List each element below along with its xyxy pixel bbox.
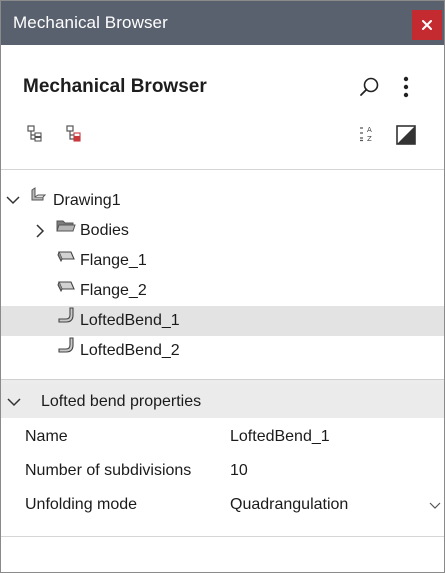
display-mode-button[interactable]	[393, 122, 419, 148]
display-mode-icon	[396, 125, 416, 145]
flange-icon	[57, 251, 75, 263]
lofted-bend-icon	[58, 307, 74, 323]
mechanical-browser-window: Mechanical Browser Mechanical Browser A …	[0, 0, 445, 573]
flange-icon	[57, 281, 75, 293]
expand-tree-icon	[27, 125, 42, 142]
filter-tree-button[interactable]	[61, 122, 85, 146]
folder-icon	[56, 220, 76, 232]
chevron-down-icon[interactable]	[6, 396, 22, 408]
tree-item-loftedbend-1[interactable]: LoftedBend_1	[1, 306, 444, 336]
property-row-unfolding-mode[interactable]: Unfolding mode Quadrangulation	[1, 488, 444, 522]
close-button[interactable]	[412, 10, 442, 40]
sort-az-icon: A Z	[360, 126, 372, 143]
tree-item-label: LoftedBend_2	[80, 342, 180, 359]
browser-tree: Drawing1 Bodies Flange_1 Flange_2 Lofted…	[1, 170, 444, 380]
tree-item-loftedbend-2[interactable]: LoftedBend_2	[1, 336, 444, 366]
svg-text:A: A	[367, 126, 372, 134]
tree-item-bodies[interactable]: Bodies	[1, 216, 444, 246]
properties-header[interactable]: Lofted bend properties	[1, 384, 444, 418]
chevron-down-icon[interactable]	[5, 193, 21, 207]
tree-item-label: Flange_1	[80, 252, 147, 269]
tree-item-label: Drawing1	[53, 192, 121, 209]
sort-button[interactable]: A Z	[355, 122, 379, 146]
properties-header-label: Lofted bend properties	[41, 393, 202, 410]
property-name: Name	[25, 428, 68, 445]
tree-item-flange-2[interactable]: Flange_2	[1, 276, 444, 306]
search-button[interactable]	[355, 73, 383, 101]
unfolding-mode-select[interactable]: Quadrangulation	[230, 496, 348, 514]
property-row-name: Name LoftedBend_1	[1, 420, 444, 454]
tree-item-flange-1[interactable]: Flange_1	[1, 246, 444, 276]
window-title: Mechanical Browser	[13, 13, 168, 32]
search-icon	[360, 77, 379, 96]
property-name: Unfolding mode	[25, 496, 138, 513]
close-icon	[422, 20, 432, 30]
svg-text:Z: Z	[367, 135, 372, 143]
property-value-field[interactable]: LoftedBend_1	[230, 428, 330, 446]
title-bar: Mechanical Browser	[1, 1, 444, 45]
expand-tree-button[interactable]	[22, 122, 46, 146]
more-vertical-icon	[403, 76, 409, 98]
property-value-field[interactable]: 10	[230, 462, 248, 480]
chevron-down-icon[interactable]	[429, 502, 441, 510]
tree-item-label: Flange_2	[80, 282, 147, 299]
panel-title: Mechanical Browser	[23, 76, 207, 97]
property-row-subdivisions: Number of subdivisions 10	[1, 454, 444, 488]
property-name: Number of subdivisions	[25, 462, 192, 479]
tree-item-label: Bodies	[80, 222, 129, 239]
divider	[1, 536, 444, 537]
filter-tree-icon	[66, 125, 81, 142]
tree-item-drawing1[interactable]: Drawing1	[1, 186, 444, 216]
chevron-right-icon[interactable]	[34, 223, 46, 239]
part-icon	[31, 187, 47, 201]
browser-header: Mechanical Browser A Z	[1, 45, 444, 170]
lofted-bend-icon	[58, 337, 74, 353]
more-options-button[interactable]	[394, 73, 418, 101]
tree-item-label: LoftedBend_1	[80, 312, 180, 329]
